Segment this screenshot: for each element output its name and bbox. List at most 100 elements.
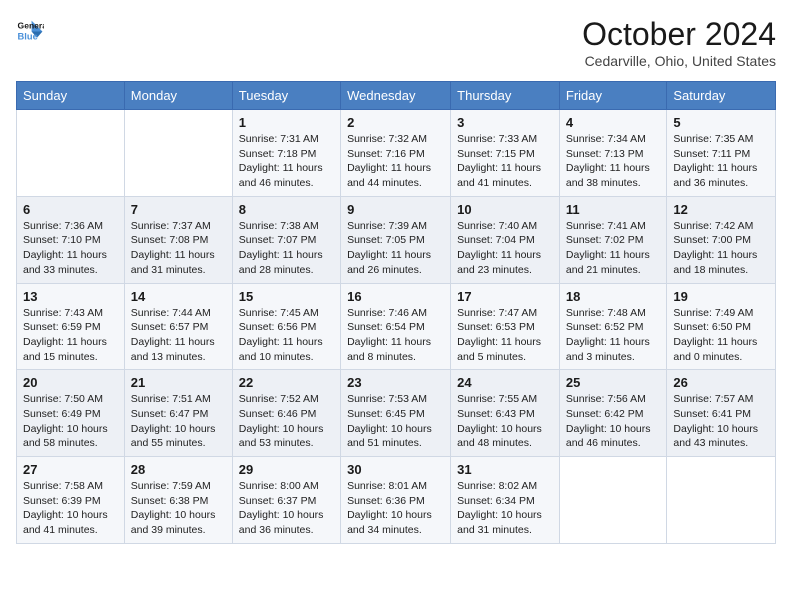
day-cell: 23 Sunrise: 7:53 AMSunset: 6:45 PMDayligh…	[341, 370, 451, 457]
day-cell: 14 Sunrise: 7:44 AMSunset: 6:57 PMDayligh…	[124, 283, 232, 370]
logo-icon: General Blue	[16, 16, 44, 44]
day-info: Sunrise: 7:43 AMSunset: 6:59 PMDaylight:…	[23, 306, 118, 365]
day-cell: 17Sunrise: 7:47 AMSunset: 6:53 PMDayligh…	[451, 283, 560, 370]
day-cell: 18 Sunrise: 7:48 AMSunset: 6:52 PMDayligh…	[559, 283, 667, 370]
day-info: Sunrise: 7:47 AMSunset: 6:53 PMDaylight:…	[457, 306, 553, 365]
day-info: Sunrise: 7:33 AMSunset: 7:15 PMDaylight:…	[457, 132, 553, 191]
day-number: 20	[23, 375, 118, 390]
location: Cedarville, Ohio, United States	[582, 53, 776, 69]
day-info: Sunrise: 7:42 AMSunset: 7:00 PMDaylight:…	[673, 219, 769, 278]
day-number: 7	[131, 202, 226, 217]
day-info: Sunrise: 8:02 AMSunset: 6:34 PMDaylight:…	[457, 479, 553, 538]
day-info: Sunrise: 7:49 AMSunset: 6:50 PMDaylight:…	[673, 306, 769, 365]
day-cell: 22 Sunrise: 7:52 AMSunset: 6:46 PMDayligh…	[232, 370, 340, 457]
day-info: Sunrise: 7:57 AMSunset: 6:41 PMDaylight:…	[673, 392, 769, 451]
day-number: 30	[347, 462, 444, 477]
day-cell: 6Sunrise: 7:36 AMSunset: 7:10 PMDaylight…	[17, 196, 125, 283]
day-number: 8	[239, 202, 334, 217]
day-info: Sunrise: 7:38 AMSunset: 7:07 PMDaylight:…	[239, 219, 334, 278]
day-number: 14	[131, 289, 226, 304]
week-row-4: 20 Sunrise: 7:50 AMSunset: 6:49 PMDayligh…	[17, 370, 776, 457]
day-cell	[124, 110, 232, 197]
day-number: 15	[239, 289, 334, 304]
day-number: 24	[457, 375, 553, 390]
day-cell: 4 Sunrise: 7:34 AMSunset: 7:13 PMDaylight…	[559, 110, 667, 197]
day-info: Sunrise: 7:36 AMSunset: 7:10 PMDaylight:…	[23, 219, 118, 278]
day-cell	[559, 457, 667, 544]
day-number: 22	[239, 375, 334, 390]
day-info: Sunrise: 7:51 AMSunset: 6:47 PMDaylight:…	[131, 392, 226, 451]
weekday-header-monday: Monday	[124, 82, 232, 110]
day-number: 12	[673, 202, 769, 217]
day-cell: 15 Sunrise: 7:45 AMSunset: 6:56 PMDayligh…	[232, 283, 340, 370]
day-number: 23	[347, 375, 444, 390]
day-info: Sunrise: 7:58 AMSunset: 6:39 PMDaylight:…	[23, 479, 118, 538]
day-number: 27	[23, 462, 118, 477]
day-info: Sunrise: 7:44 AMSunset: 6:57 PMDaylight:…	[131, 306, 226, 365]
day-number: 4	[566, 115, 661, 130]
day-info: Sunrise: 8:00 AMSunset: 6:37 PMDaylight:…	[239, 479, 334, 538]
day-info: Sunrise: 7:40 AMSunset: 7:04 PMDaylight:…	[457, 219, 553, 278]
day-info: Sunrise: 7:41 AMSunset: 7:02 PMDaylight:…	[566, 219, 661, 278]
day-cell: 12 Sunrise: 7:42 AMSunset: 7:00 PMDayligh…	[667, 196, 776, 283]
day-info: Sunrise: 7:46 AMSunset: 6:54 PMDaylight:…	[347, 306, 444, 365]
day-cell: 28Sunrise: 7:59 AMSunset: 6:38 PMDayligh…	[124, 457, 232, 544]
day-cell: 7 Sunrise: 7:37 AMSunset: 7:08 PMDaylight…	[124, 196, 232, 283]
day-cell: 20 Sunrise: 7:50 AMSunset: 6:49 PMDayligh…	[17, 370, 125, 457]
day-info: Sunrise: 7:55 AMSunset: 6:43 PMDaylight:…	[457, 392, 553, 451]
day-cell: 30Sunrise: 8:01 AMSunset: 6:36 PMDayligh…	[341, 457, 451, 544]
weekday-header-saturday: Saturday	[667, 82, 776, 110]
day-info: Sunrise: 7:53 AMSunset: 6:45 PMDaylight:…	[347, 392, 444, 451]
day-cell: 8 Sunrise: 7:38 AMSunset: 7:07 PMDaylight…	[232, 196, 340, 283]
logo: General Blue	[16, 16, 44, 44]
day-number: 21	[131, 375, 226, 390]
calendar-table: SundayMondayTuesdayWednesdayThursdayFrid…	[16, 81, 776, 544]
day-info: Sunrise: 7:32 AMSunset: 7:16 PMDaylight:…	[347, 132, 444, 191]
day-info: Sunrise: 7:48 AMSunset: 6:52 PMDaylight:…	[566, 306, 661, 365]
day-cell: 3 Sunrise: 7:33 AMSunset: 7:15 PMDaylight…	[451, 110, 560, 197]
day-number: 3	[457, 115, 553, 130]
day-info: Sunrise: 7:56 AMSunset: 6:42 PMDaylight:…	[566, 392, 661, 451]
day-cell: 19 Sunrise: 7:49 AMSunset: 6:50 PMDayligh…	[667, 283, 776, 370]
day-cell: 31 Sunrise: 8:02 AMSunset: 6:34 PMDayligh…	[451, 457, 560, 544]
day-number: 31	[457, 462, 553, 477]
day-info: Sunrise: 7:45 AMSunset: 6:56 PMDaylight:…	[239, 306, 334, 365]
day-cell: 11 Sunrise: 7:41 AMSunset: 7:02 PMDayligh…	[559, 196, 667, 283]
day-cell: 25 Sunrise: 7:56 AMSunset: 6:42 PMDayligh…	[559, 370, 667, 457]
day-cell	[17, 110, 125, 197]
day-cell: 9Sunrise: 7:39 AMSunset: 7:05 PMDaylight…	[341, 196, 451, 283]
day-number: 1	[239, 115, 334, 130]
day-cell: 21 Sunrise: 7:51 AMSunset: 6:47 PMDayligh…	[124, 370, 232, 457]
week-row-1: 1 Sunrise: 7:31 AMSunset: 7:18 PMDaylight…	[17, 110, 776, 197]
day-number: 28	[131, 462, 226, 477]
day-number: 29	[239, 462, 334, 477]
day-cell: 29 Sunrise: 8:00 AMSunset: 6:37 PMDayligh…	[232, 457, 340, 544]
day-info: Sunrise: 7:34 AMSunset: 7:13 PMDaylight:…	[566, 132, 661, 191]
day-cell: 26Sunrise: 7:57 AMSunset: 6:41 PMDayligh…	[667, 370, 776, 457]
day-cell	[667, 457, 776, 544]
day-number: 10	[457, 202, 553, 217]
day-number: 25	[566, 375, 661, 390]
day-number: 18	[566, 289, 661, 304]
day-info: Sunrise: 7:39 AMSunset: 7:05 PMDaylight:…	[347, 219, 444, 278]
day-cell: 2Sunrise: 7:32 AMSunset: 7:16 PMDaylight…	[341, 110, 451, 197]
day-number: 13	[23, 289, 118, 304]
week-row-3: 13 Sunrise: 7:43 AMSunset: 6:59 PMDayligh…	[17, 283, 776, 370]
svg-text:Blue: Blue	[18, 31, 38, 41]
day-cell: 10 Sunrise: 7:40 AMSunset: 7:04 PMDayligh…	[451, 196, 560, 283]
day-number: 11	[566, 202, 661, 217]
day-info: Sunrise: 7:52 AMSunset: 6:46 PMDaylight:…	[239, 392, 334, 451]
weekday-header-friday: Friday	[559, 82, 667, 110]
day-info: Sunrise: 7:35 AMSunset: 7:11 PMDaylight:…	[673, 132, 769, 191]
weekday-header-wednesday: Wednesday	[341, 82, 451, 110]
day-number: 5	[673, 115, 769, 130]
day-cell: 1 Sunrise: 7:31 AMSunset: 7:18 PMDaylight…	[232, 110, 340, 197]
day-number: 19	[673, 289, 769, 304]
day-info: Sunrise: 7:50 AMSunset: 6:49 PMDaylight:…	[23, 392, 118, 451]
weekday-header-thursday: Thursday	[451, 82, 560, 110]
weekday-header-sunday: Sunday	[17, 82, 125, 110]
month-title: October 2024	[582, 16, 776, 53]
day-info: Sunrise: 7:31 AMSunset: 7:18 PMDaylight:…	[239, 132, 334, 191]
day-cell: 16Sunrise: 7:46 AMSunset: 6:54 PMDayligh…	[341, 283, 451, 370]
day-info: Sunrise: 7:37 AMSunset: 7:08 PMDaylight:…	[131, 219, 226, 278]
